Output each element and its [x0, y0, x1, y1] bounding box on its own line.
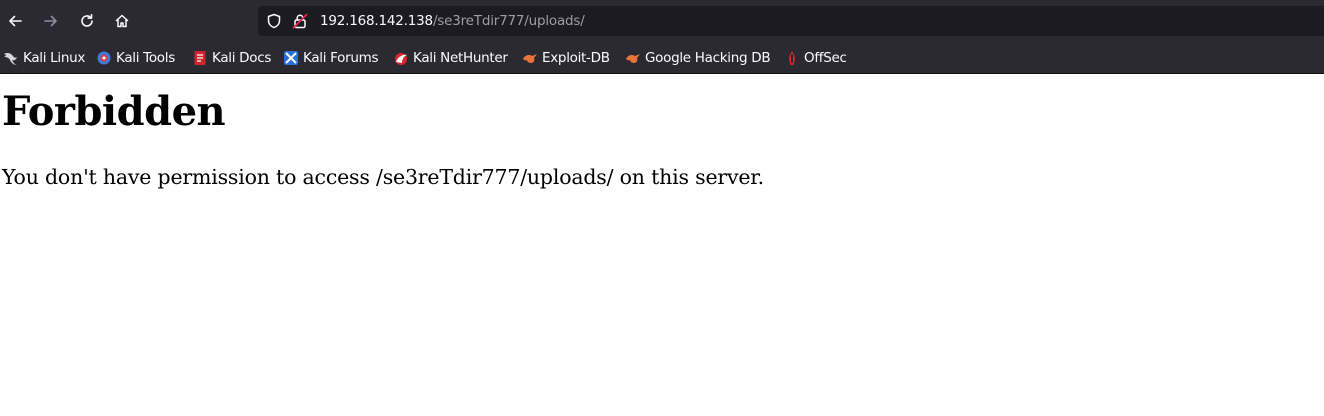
bookmark-kali-docs[interactable]: Kali Docs [192, 48, 271, 68]
reload-button[interactable] [73, 7, 101, 35]
bookmark-offsec[interactable]: OffSec [784, 48, 847, 68]
bookmark-kali-forums[interactable]: Kali Forums [283, 48, 379, 68]
back-arrow-icon [9, 15, 22, 27]
forward-button[interactable] [37, 7, 65, 35]
kali-tools-icon [96, 50, 112, 66]
error-message: You don't have permission to access /se3… [2, 165, 764, 189]
navigation-toolbar: 192.168.142.138/se3reTdir777/uploads/ [0, 0, 1324, 42]
bookmark-kali-linux[interactable]: Kali Linux [3, 48, 85, 68]
reload-icon [81, 14, 93, 27]
page-content: Forbidden You don't have permission to a… [0, 74, 1324, 416]
bookmark-exploit-db[interactable]: Exploit-DB [522, 48, 610, 68]
bookmark-label: Kali Tools [116, 50, 175, 66]
kali-dragon-icon [3, 50, 19, 66]
bookmark-label: OffSec [804, 50, 847, 66]
kali-nethunter-icon [393, 50, 409, 66]
bookmarks-toolbar: Kali Linux Kali Tools Kali Docs Kali For… [0, 42, 1324, 74]
url-host: 192.168.142.138 [320, 13, 433, 29]
shield-icon[interactable] [266, 13, 282, 29]
url-path: /se3reTdir777/uploads/ [432, 13, 585, 29]
back-button[interactable] [1, 7, 29, 35]
home-button[interactable] [108, 7, 136, 35]
exploit-db-icon [522, 50, 538, 66]
bookmark-label: Exploit-DB [542, 50, 610, 66]
ghdb-icon [625, 50, 641, 66]
browser-chrome: 192.168.142.138/se3reTdir777/uploads/ Ka… [0, 0, 1324, 74]
forward-arrow-icon [44, 15, 57, 27]
bookmark-label: Kali Docs [212, 50, 272, 66]
home-icon [115, 14, 129, 28]
address-bar[interactable]: 192.168.142.138/se3reTdir777/uploads/ [258, 6, 1324, 36]
url-text[interactable]: 192.168.142.138/se3reTdir777/uploads/ [320, 13, 585, 29]
page-title: Forbidden [2, 88, 226, 135]
bookmark-label: Kali Linux [23, 50, 86, 66]
bookmark-label: Kali Forums [303, 50, 379, 66]
bookmark-kali-tools[interactable]: Kali Tools [96, 48, 175, 68]
kali-forums-icon [283, 50, 299, 66]
offsec-icon [784, 50, 800, 66]
bookmark-google-hacking-db[interactable]: Google Hacking DB [625, 48, 771, 68]
bookmark-label: Kali NetHunter [413, 50, 508, 66]
insecure-lock-icon[interactable] [292, 13, 308, 29]
bookmark-kali-nethunter[interactable]: Kali NetHunter [393, 48, 508, 68]
kali-docs-icon [192, 50, 208, 66]
bookmark-label: Google Hacking DB [645, 50, 771, 66]
